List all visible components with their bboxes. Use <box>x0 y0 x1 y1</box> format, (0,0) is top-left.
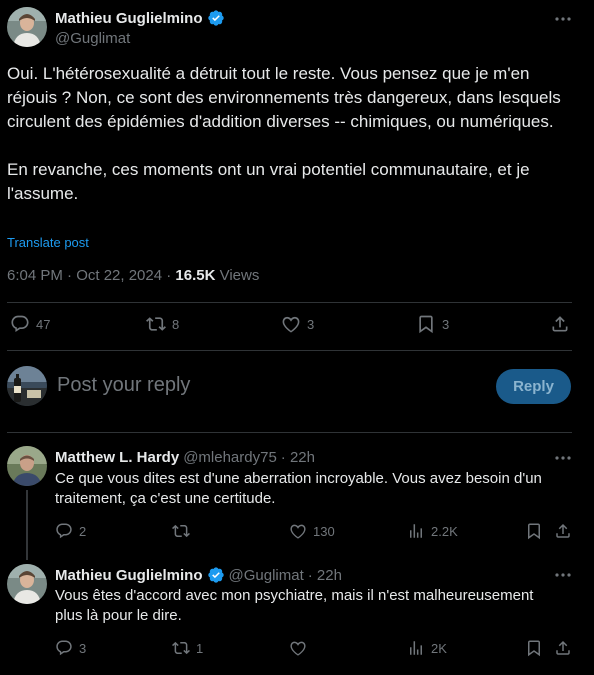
more-options-icon[interactable] <box>554 566 572 584</box>
heart-icon <box>290 524 306 539</box>
verified-badge-icon <box>207 566 225 584</box>
reply-text: Vous êtes d'accord avec mon psychiatre, … <box>55 587 534 624</box>
repost-icon <box>172 641 190 655</box>
reply-input[interactable]: Post your reply <box>57 374 190 397</box>
like-button[interactable]: 3 <box>281 314 314 334</box>
reply-author-name[interactable]: Mathieu Guglielmino <box>55 567 203 584</box>
reply-icon <box>56 523 72 539</box>
like-button[interactable]: 130 <box>289 522 335 540</box>
like-count: 130 <box>313 523 335 539</box>
post-metadata: 6:04 PM · Oct 22, 2024 · 16.5K Views <box>7 267 259 284</box>
heart-icon <box>290 641 306 656</box>
analytics-icon <box>410 641 422 655</box>
reply-button[interactable]: 2 <box>55 522 86 540</box>
views-label: Views <box>215 267 260 284</box>
view-count: 2K <box>431 640 447 656</box>
post-time[interactable]: 6:04 PM · Oct 22, 2024 · <box>7 267 175 284</box>
reply-time[interactable]: · 22h <box>308 567 342 584</box>
reply-count: 47 <box>36 316 51 332</box>
more-options-icon[interactable] <box>554 449 572 467</box>
reply-header: Mathieu Guglielmino @Guglimat · 22h <box>55 566 342 584</box>
post-paragraph: Oui. L'hétérosexualité a détruit tout le… <box>7 64 561 131</box>
reply-author-avatar[interactable] <box>7 564 47 604</box>
reply-button[interactable]: 3 <box>55 639 86 657</box>
author-name-row[interactable]: Mathieu Guglielmino <box>55 9 225 27</box>
share-icon <box>556 640 570 655</box>
bookmark-icon <box>419 315 433 334</box>
reply-author-name[interactable]: Matthew L. Hardy <box>55 449 179 466</box>
reply-icon <box>11 315 29 333</box>
verified-badge-icon <box>207 9 225 27</box>
post-paragraph: En revanche, ces moments ont un vrai pot… <box>7 160 530 203</box>
share-icon <box>556 523 570 538</box>
divider <box>7 302 572 303</box>
more-options-icon[interactable] <box>554 10 572 28</box>
like-count: 3 <box>307 316 315 332</box>
reply-submit-button[interactable]: Reply <box>496 369 571 404</box>
bookmark-icon <box>528 523 540 540</box>
share-button[interactable] <box>554 639 572 657</box>
view-count: 16.5K <box>175 267 216 284</box>
reply-header: Matthew L. Hardy @mlehardy75 · 22h <box>55 449 315 466</box>
reply-button[interactable]: 47 <box>10 314 50 334</box>
current-user-avatar <box>7 366 47 406</box>
reply-count: 3 <box>79 640 87 656</box>
repost-count: 8 <box>172 316 180 332</box>
views-button[interactable]: 2K <box>407 639 447 657</box>
reply-author-avatar[interactable] <box>7 446 47 486</box>
repost-button[interactable]: 1 <box>172 639 203 657</box>
author-name[interactable]: Mathieu Guglielmino <box>55 10 203 27</box>
view-count: 2.2K <box>431 523 458 539</box>
repost-icon <box>146 317 166 331</box>
repost-button[interactable]: 8 <box>146 314 179 334</box>
bookmark-icon <box>528 640 540 657</box>
share-button[interactable] <box>554 522 572 540</box>
reply-author-handle[interactable]: @mlehardy75 <box>183 449 277 466</box>
bookmark-button[interactable] <box>525 522 543 540</box>
repost-count: 1 <box>196 640 204 656</box>
reply-text: Ce que vous dites est d'une aberration i… <box>55 470 542 507</box>
divider <box>7 350 572 351</box>
share-button[interactable] <box>550 314 570 334</box>
post-actions: 47 8 3 3 <box>0 314 594 338</box>
repost-button[interactable] <box>172 522 196 540</box>
analytics-icon <box>410 524 422 538</box>
heart-icon <box>282 316 300 333</box>
repost-icon <box>172 524 190 538</box>
author-handle[interactable]: @Guglimat <box>55 30 130 47</box>
post-text: Oui. L'hétérosexualité a détruit tout le… <box>7 62 567 206</box>
bookmark-button[interactable]: 3 <box>416 314 449 334</box>
views-button[interactable]: 2.2K <box>407 522 458 540</box>
reply-time[interactable]: · 22h <box>281 449 315 466</box>
author-avatar[interactable] <box>7 7 47 47</box>
divider <box>7 432 572 433</box>
reply-author-handle[interactable]: @Guglimat <box>229 567 304 584</box>
share-icon <box>552 316 568 332</box>
reply-icon <box>56 640 72 656</box>
reply-actions: 3 1 2K <box>0 639 594 659</box>
reply-count: 2 <box>79 523 87 539</box>
translate-post-link[interactable]: Translate post <box>7 235 89 250</box>
bookmark-button[interactable] <box>525 639 543 657</box>
reply-actions: 2 130 2.2K <box>0 522 594 542</box>
bookmark-count: 3 <box>442 316 450 332</box>
like-button[interactable] <box>289 639 313 657</box>
